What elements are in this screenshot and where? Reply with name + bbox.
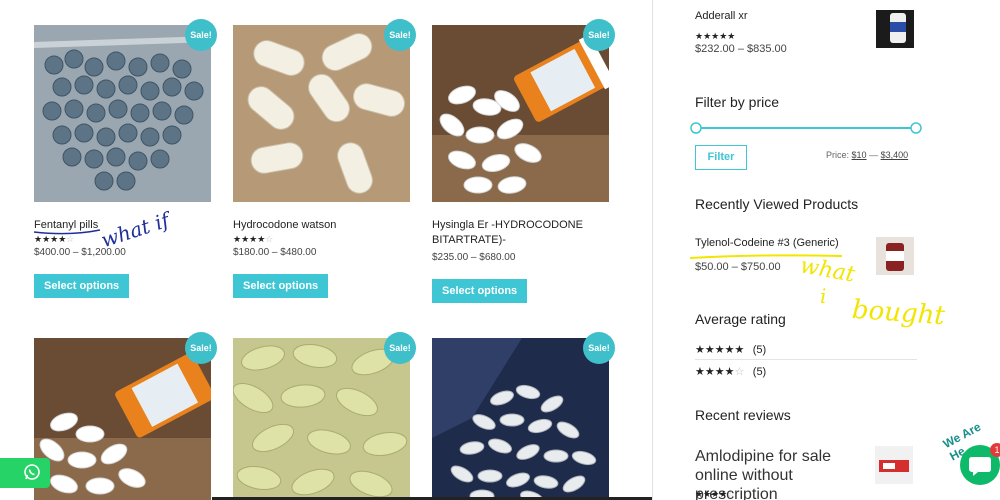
recent-reviews-title: Recent reviews — [695, 407, 791, 423]
filter-price-title: Filter by price — [695, 94, 780, 110]
product-image[interactable] — [432, 25, 609, 202]
sale-badge: Sale! — [384, 332, 416, 364]
product-card: Sale! Hydrocodone watson ★★★★☆ $180.00 –… — [233, 19, 416, 298]
product-image[interactable] — [233, 338, 410, 500]
sale-badge: Sale! — [384, 19, 416, 51]
product-price: $180.00 – $480.00 — [233, 247, 317, 258]
product-card: Sale! — [34, 332, 217, 500]
select-options-button[interactable]: Select options — [233, 274, 329, 298]
review-stars: ★★★★☆ — [695, 489, 736, 499]
product-thumbnail[interactable] — [875, 446, 913, 484]
rating-count: (5) — [752, 344, 767, 356]
product-card: Sale! Hysingla Er -HYDROCODONE BITARTRAT… — [432, 19, 615, 303]
rating-stars: ★★★★☆ — [695, 366, 745, 378]
price-slider[interactable] — [689, 121, 923, 135]
rating-filter-4[interactable]: ★★★★☆ (5) — [695, 362, 920, 380]
sale-badge: Sale! — [185, 332, 217, 364]
price-max: $3,400 — [880, 150, 909, 160]
select-options-button[interactable]: Select options — [432, 279, 528, 303]
product-card: Sale! — [233, 332, 416, 500]
rating-count: (5) — [752, 366, 767, 378]
annotation-i: i — [820, 284, 827, 308]
rating-stars: ★★★★★ — [695, 344, 745, 356]
price-min: $10 — [851, 150, 867, 160]
product-image[interactable] — [34, 338, 211, 500]
product-image[interactable] — [34, 25, 211, 202]
recently-viewed-title: Recently Viewed Products — [695, 196, 859, 212]
price-range: Price: $10 — $3,400 — [826, 150, 908, 160]
select-options-button[interactable]: Select options — [34, 274, 130, 298]
product-card: Sale! — [432, 332, 615, 500]
product-image[interactable] — [233, 25, 410, 202]
product-thumbnail[interactable] — [876, 10, 914, 48]
rating-filter-5[interactable]: ★★★★★ (5) — [695, 340, 920, 358]
average-rating-title: Average rating — [695, 311, 786, 327]
rating-divider — [695, 359, 917, 360]
price-label: Price: — [826, 150, 850, 160]
product-card: Sale! Fentanyl pills ★★★★☆ $400.00 – $1,… — [34, 19, 217, 298]
product-thumbnail[interactable] — [876, 237, 914, 275]
whatsapp-button[interactable] — [0, 458, 50, 488]
price-separator: — — [869, 150, 879, 160]
sale-badge: Sale! — [583, 332, 615, 364]
sale-badge: Sale! — [185, 19, 217, 51]
filter-button[interactable]: Filter — [695, 145, 747, 170]
rating-stars: ★★★★☆ — [233, 234, 274, 244]
sale-badge: Sale! — [583, 19, 615, 51]
product-price: $235.00 – $680.00 — [432, 252, 516, 263]
product-name[interactable]: Hysingla Er -HYDROCODONE BITARTRATE)- — [432, 218, 610, 248]
whatsapp-icon — [23, 463, 41, 484]
product-image[interactable] — [432, 338, 609, 500]
product-name[interactable]: Hydrocodone watson — [233, 218, 411, 233]
sidebar-divider — [652, 0, 653, 500]
notification-badge: 1 — [990, 443, 1000, 457]
